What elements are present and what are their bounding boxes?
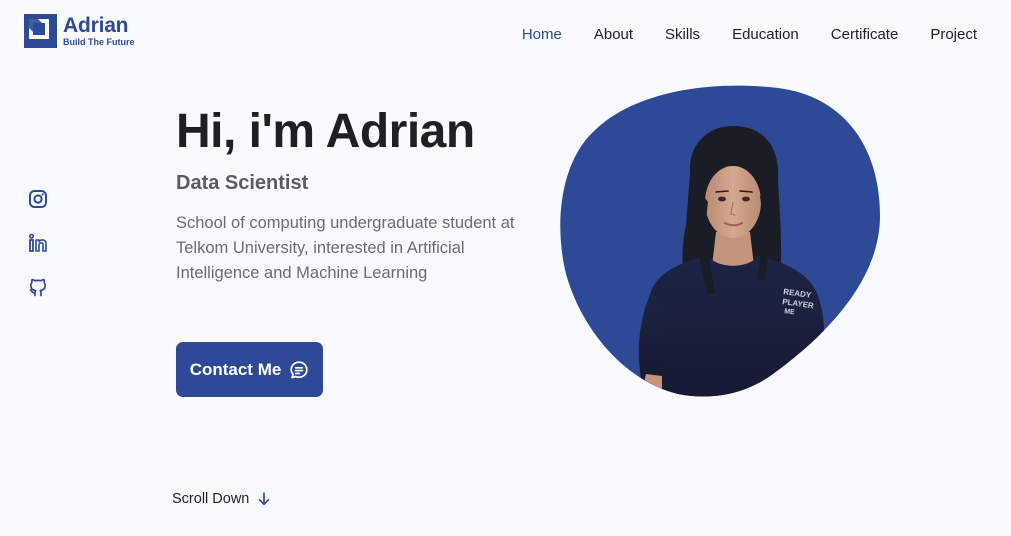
- linkedin-icon: [28, 233, 47, 252]
- linkedin-link[interactable]: [28, 233, 48, 254]
- chat-icon: [290, 360, 308, 378]
- instagram-link[interactable]: [28, 189, 48, 210]
- nav-about[interactable]: About: [594, 26, 633, 43]
- logo-text: Adrian Build The Future: [63, 15, 135, 47]
- logo[interactable]: Adrian Build The Future: [24, 14, 135, 48]
- instagram-icon: [29, 190, 47, 208]
- brand-tagline: Build The Future: [63, 37, 135, 47]
- hero-subtitle: Data Scientist: [176, 172, 309, 194]
- main-nav: Home About Skills Education Certificate …: [522, 26, 977, 43]
- arrow-down-icon: [259, 492, 270, 506]
- nav-home[interactable]: Home: [522, 26, 562, 43]
- scroll-down-label: Scroll Down: [172, 491, 250, 507]
- social-links: [28, 189, 48, 298]
- brand-name: Adrian: [63, 14, 129, 37]
- logo-mark-icon: [24, 14, 57, 48]
- scroll-down-link[interactable]: Scroll Down: [172, 491, 271, 507]
- github-icon: [29, 278, 47, 297]
- hero-title: Hi, i'm Adrian: [176, 105, 475, 158]
- svg-text:ME: ME: [784, 308, 796, 316]
- hero-image-blob: READY PLAYER ME: [558, 84, 883, 402]
- nav-certificate[interactable]: Certificate: [831, 26, 899, 43]
- contact-me-label: Contact Me: [189, 359, 282, 379]
- nav-skills[interactable]: Skills: [665, 26, 700, 43]
- site-header: Adrian Build The Future Home About Skill…: [0, 0, 1011, 70]
- github-link[interactable]: [28, 277, 48, 298]
- avatar-illustration: READY PLAYER ME: [560, 85, 880, 397]
- contact-me-button[interactable]: Contact Me: [176, 342, 323, 397]
- nav-education[interactable]: Education: [732, 26, 799, 43]
- nav-project[interactable]: Project: [930, 26, 977, 43]
- hero-description: School of computing undergraduate studen…: [176, 214, 515, 282]
